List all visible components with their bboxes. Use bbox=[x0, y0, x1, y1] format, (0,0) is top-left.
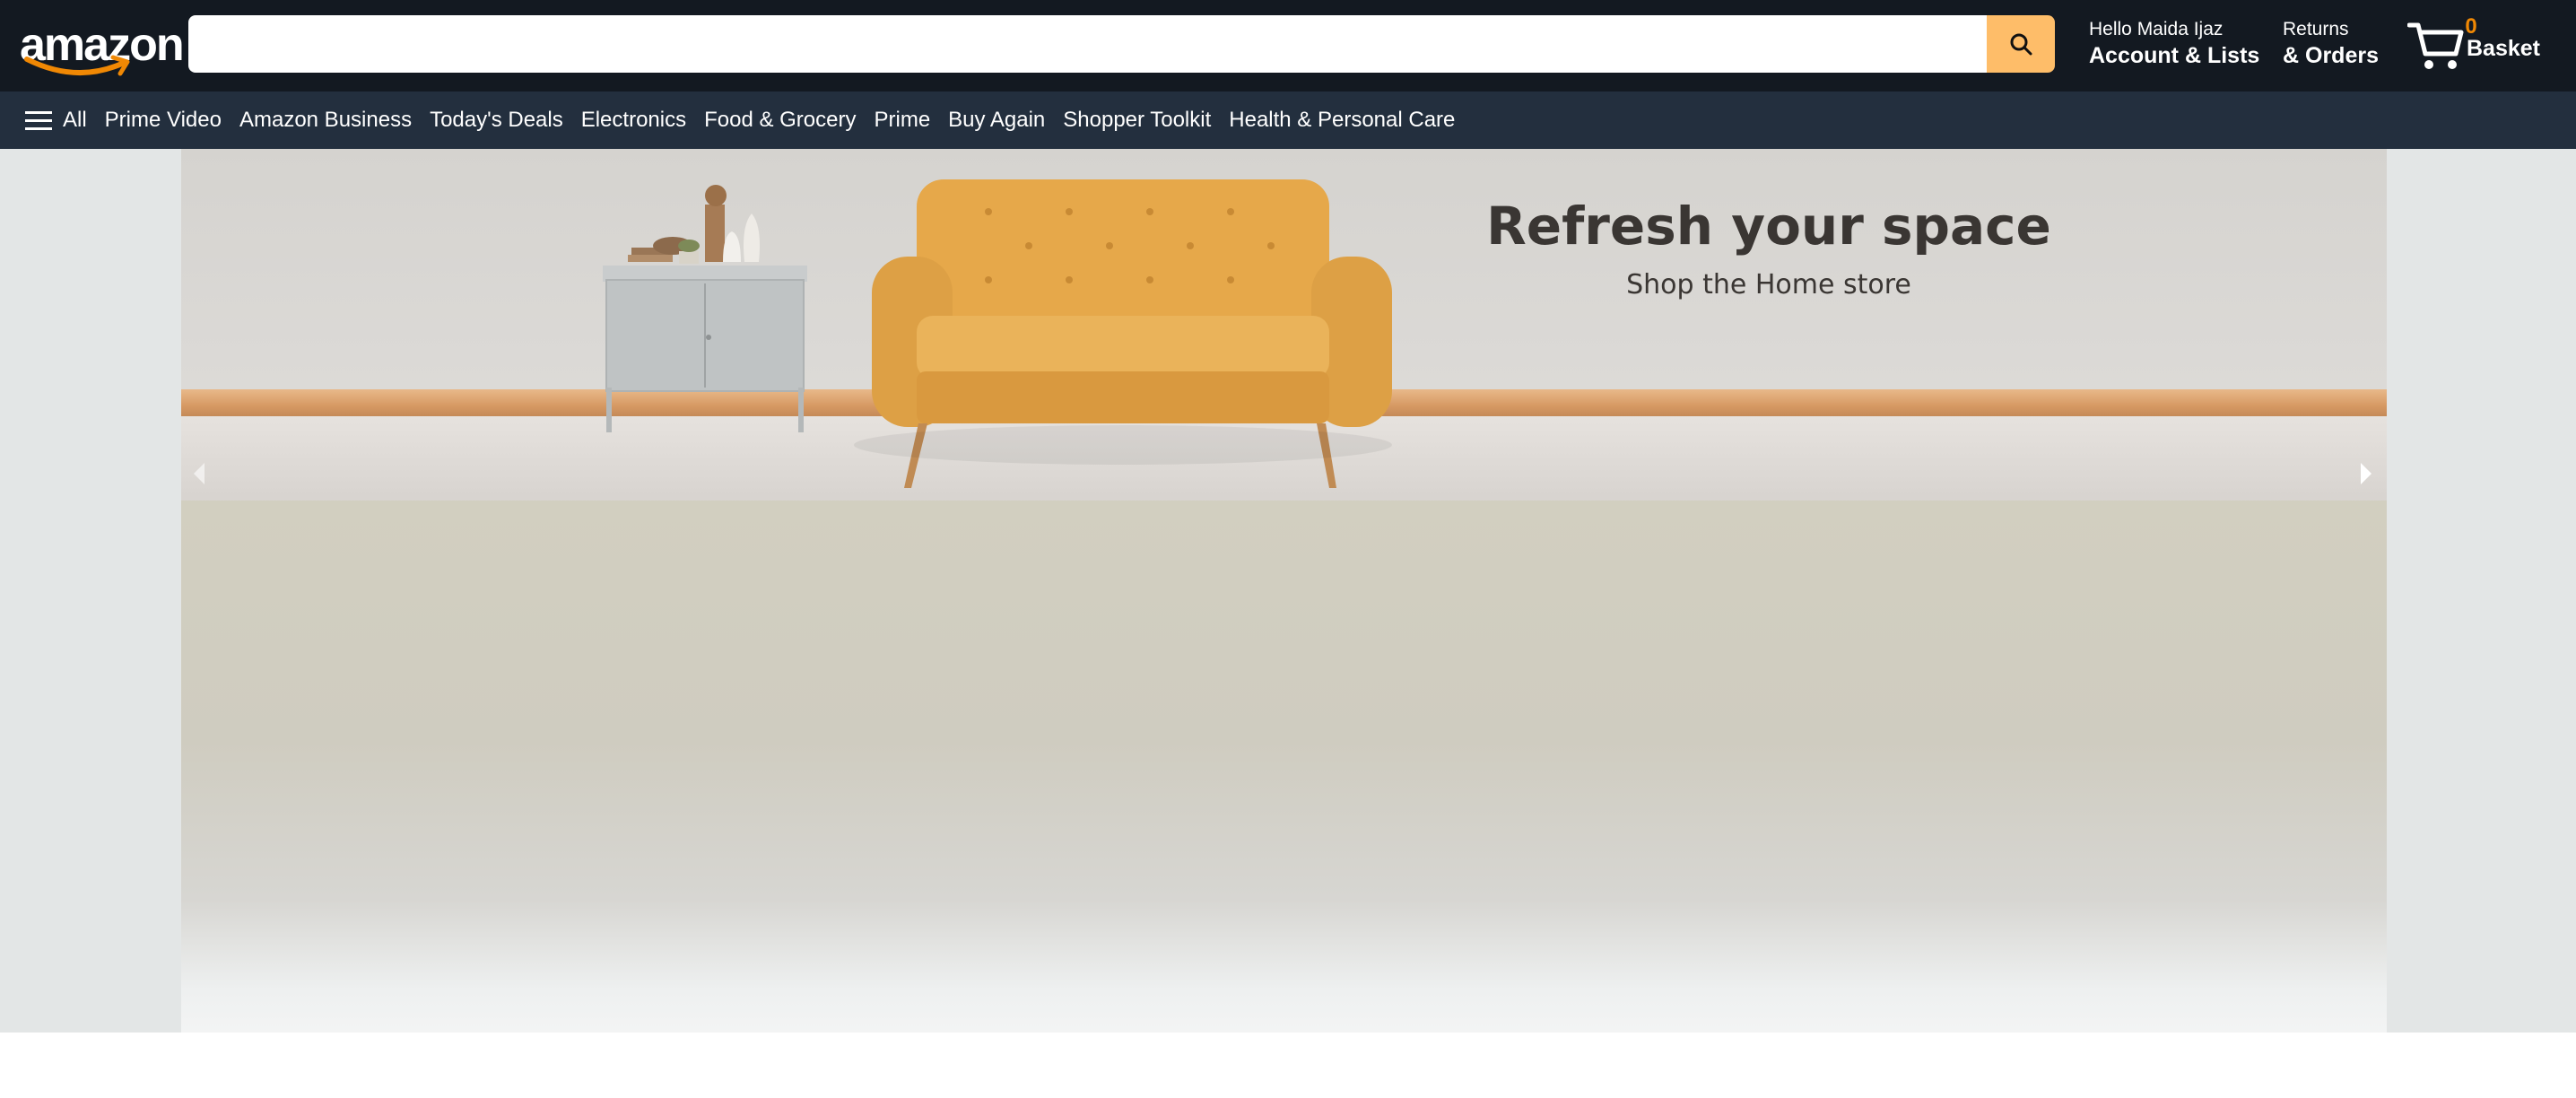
category-navbar: All Prime Video Amazon Business Today's … bbox=[0, 92, 2576, 149]
top-navbar: amazon Hello Maida Ijaz Account & Lists … bbox=[0, 0, 2576, 92]
nav-item-buy-again[interactable]: Buy Again bbox=[948, 108, 1045, 133]
returns-label: Returns bbox=[2283, 19, 2349, 39]
carousel-prev-button[interactable] bbox=[181, 429, 217, 518]
chevron-right-icon bbox=[2361, 463, 2371, 484]
returns-orders-link[interactable]: Returns & Orders bbox=[2283, 18, 2379, 70]
account-lists-label: Account & Lists bbox=[2089, 43, 2260, 68]
account-menu[interactable]: Hello Maida Ijaz Account & Lists bbox=[2089, 18, 2259, 70]
hero-title: Refresh your space bbox=[1486, 196, 2051, 257]
nav-item-health-personal-care[interactable]: Health & Personal Care bbox=[1229, 108, 1455, 133]
nav-item-electronics[interactable]: Electronics bbox=[581, 108, 686, 133]
nav-item-food-grocery[interactable]: Food & Grocery bbox=[704, 108, 856, 133]
nav-item-shopper-toolkit[interactable]: Shopper Toolkit bbox=[1063, 108, 1211, 133]
search-bar bbox=[188, 15, 2055, 73]
chevron-left-icon bbox=[194, 463, 205, 484]
basket-link[interactable]: 0 Basket bbox=[2407, 13, 2542, 75]
nav-item-prime-video[interactable]: Prime Video bbox=[105, 108, 222, 133]
all-menu-label: All bbox=[63, 108, 87, 132]
nav-item-todays-deals[interactable]: Today's Deals bbox=[430, 108, 563, 133]
all-menu-button[interactable]: All bbox=[25, 108, 87, 133]
search-icon bbox=[2010, 33, 2032, 56]
account-greeting: Hello Maida Ijaz bbox=[2089, 19, 2224, 39]
orders-label: & Orders bbox=[2283, 43, 2379, 68]
basket-label: Basket bbox=[2467, 36, 2540, 61]
hero-rug bbox=[181, 501, 2387, 1033]
nav-item-prime[interactable]: Prime bbox=[875, 108, 931, 133]
hero-carousel[interactable]: Refresh your space Shop the Home store bbox=[181, 149, 2387, 1033]
search-input[interactable] bbox=[188, 15, 1987, 73]
menu-icon bbox=[25, 111, 52, 130]
amazon-smile-icon bbox=[24, 55, 130, 76]
hero-subtitle: Shop the Home store bbox=[1626, 269, 1911, 301]
content-area bbox=[0, 1033, 2576, 1098]
carousel-next-button[interactable] bbox=[2348, 429, 2384, 518]
search-button[interactable] bbox=[1987, 15, 2055, 73]
nav-item-amazon-business[interactable]: Amazon Business bbox=[239, 108, 412, 133]
amazon-logo[interactable]: amazon bbox=[20, 18, 185, 77]
